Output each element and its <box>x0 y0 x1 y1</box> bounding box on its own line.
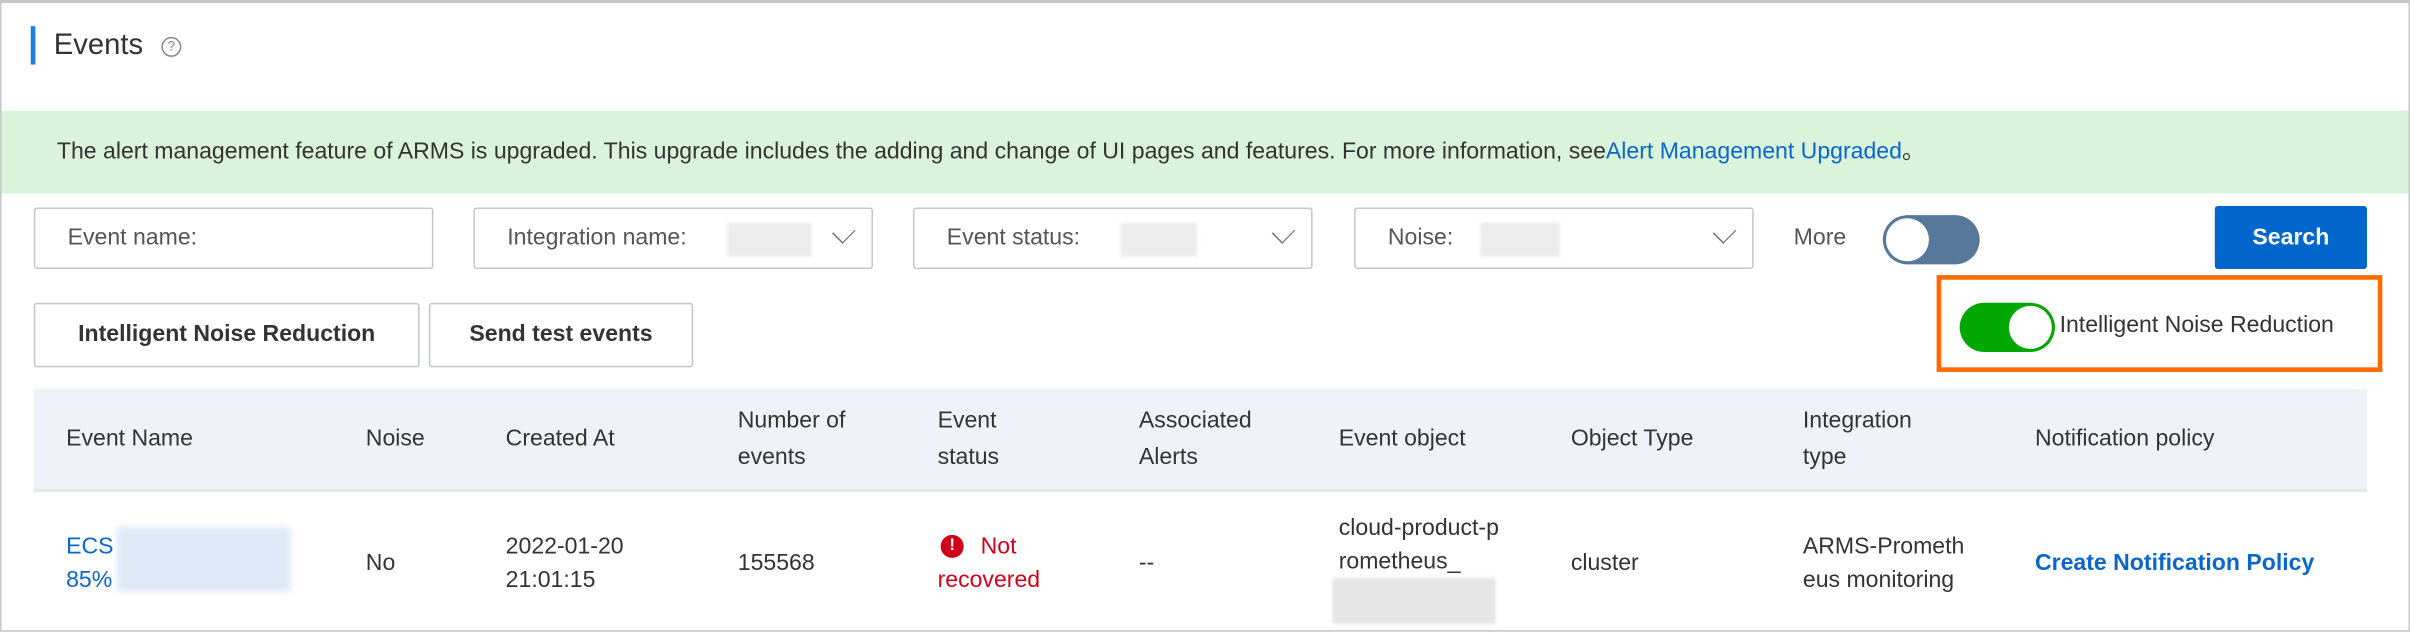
events-page: Events ? The alert management feature of… <box>0 0 2410 632</box>
upgrade-banner: The alert management feature of ARMS is … <box>1 110 2409 194</box>
error-icon: ! <box>940 534 964 558</box>
object-type-cell: cluster <box>1570 550 1639 577</box>
table-header: Event Name Noise Created At Number of ev… <box>33 388 2367 492</box>
col-number-of-events: Number of events <box>737 406 846 470</box>
redacted-value <box>1120 222 1198 257</box>
redacted-object <box>1332 577 1496 625</box>
event-object-cell: cloud-product-prometheus_ <box>1338 514 1499 575</box>
event-status-label: Event status: <box>946 224 1081 251</box>
create-notification-policy-link[interactable]: Create Notification Policy <box>2035 547 2314 581</box>
chevron-down-icon <box>1712 220 1737 244</box>
toggle-knob <box>2008 305 2052 349</box>
event-name-link-suffix[interactable]: 85% <box>66 564 112 598</box>
toggle-knob <box>1885 218 1929 262</box>
noise-reduction-toggle[interactable] <box>1959 302 2055 352</box>
redacted-event-name <box>116 527 291 592</box>
chevron-down-icon <box>1271 220 1296 244</box>
more-toggle[interactable] <box>1882 215 1980 265</box>
banner-text: The alert management feature of ARMS is … <box>56 138 1606 165</box>
col-noise: Noise <box>365 424 425 452</box>
question-circle-icon[interactable]: ? <box>161 36 182 57</box>
col-integration-type: Integration type <box>1802 406 1912 470</box>
title-accent-bar <box>30 26 36 65</box>
status-cell: ! Not recovered <box>938 495 1076 633</box>
noise-cell: No <box>365 550 396 577</box>
page-title: Events <box>53 29 144 62</box>
more-label: More <box>1793 224 1847 251</box>
event-status-select[interactable]: Event status: <box>912 207 1313 269</box>
redacted-value <box>1480 222 1561 257</box>
redacted-value <box>727 222 812 257</box>
col-associated-alerts: Associated Alerts <box>1138 406 1252 470</box>
col-event-status: Event status <box>937 406 1000 470</box>
noise-select[interactable]: Noise: <box>1354 207 1754 269</box>
noise-reduction-toggle-label: Intelligent Noise Reduction <box>2059 312 2334 339</box>
count-cell: 155568 <box>737 550 815 577</box>
created-at-cell: 2022-01-20 21:01:15 <box>505 533 624 594</box>
event-name-label: Event name: <box>67 224 198 251</box>
col-created-at: Created At <box>505 424 615 452</box>
alert-management-upgraded-link[interactable]: Alert Management Upgraded <box>1606 138 1902 164</box>
event-name-link[interactable]: ECS <box>66 530 113 564</box>
event-name-input[interactable]: Event name: <box>33 207 434 269</box>
chevron-down-icon <box>832 220 856 244</box>
integration-name-select[interactable]: Integration name: <box>473 207 874 269</box>
noise-label: Noise: <box>1387 224 1454 251</box>
col-object-type: Object Type <box>1570 424 1694 452</box>
banner-suffix: 。 <box>1901 138 1926 165</box>
policy-cell: Create Notification Policy <box>2035 495 2314 633</box>
col-event-name: Event Name <box>66 424 193 452</box>
integration-type-cell: ARMS-Prometheus monitoring <box>1802 533 1965 594</box>
search-button[interactable]: Search <box>2214 205 2367 269</box>
col-event-object: Event object <box>1338 424 1466 452</box>
intelligent-noise-reduction-button[interactable]: Intelligent Noise Reduction <box>33 302 420 368</box>
integration-name-label: Integration name: <box>507 224 687 251</box>
col-notification-policy: Notification policy <box>2034 424 2215 452</box>
alerts-cell: -- <box>1138 550 1155 577</box>
send-test-events-button[interactable]: Send test events <box>428 302 694 368</box>
